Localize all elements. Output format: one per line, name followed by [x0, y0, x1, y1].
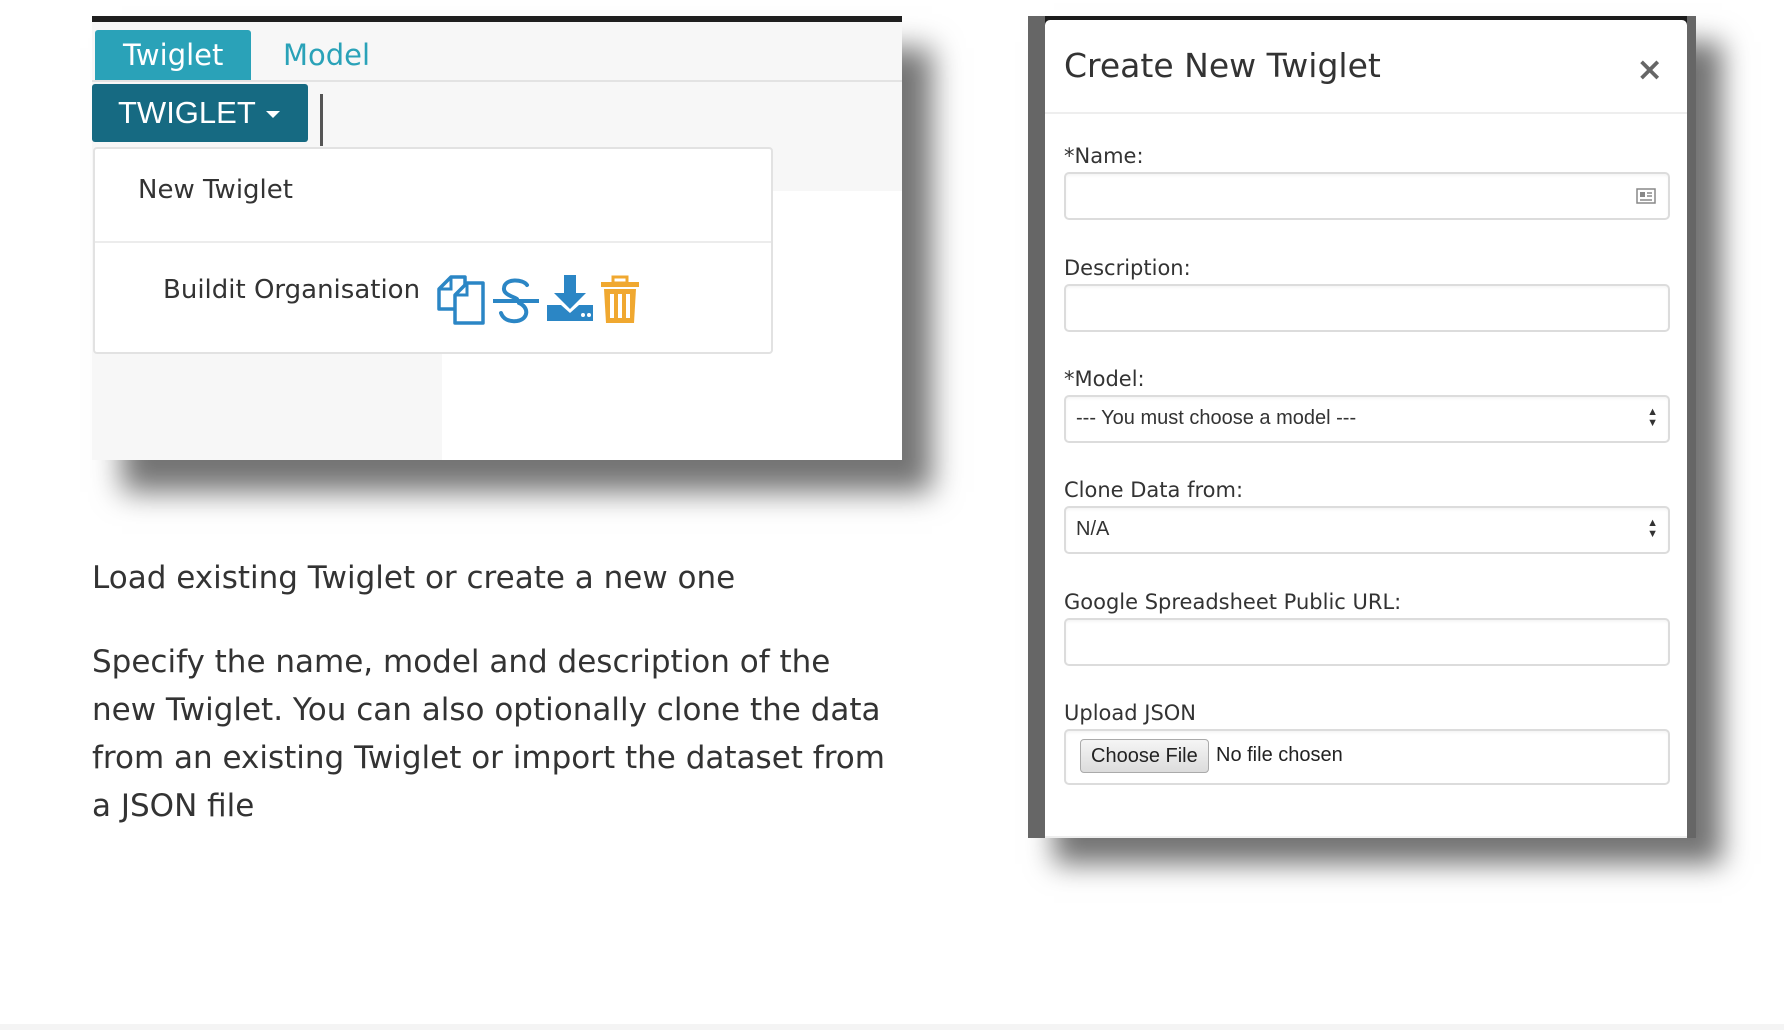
tab-model[interactable]: Model — [255, 30, 398, 80]
caption-specify-details: Specify the name, model and description … — [92, 644, 885, 824]
caption-load-twiglet: Load existing Twiglet or create a new on… — [92, 560, 736, 596]
create-twiglet-modal: Create New Twiglet × *Name: Description:… — [1045, 20, 1687, 838]
gsheet-label: Google Spreadsheet Public URL: — [1064, 590, 1402, 614]
tab-bar: Twiglet Model — [92, 22, 902, 82]
twiglet-menu-screenshot: Twiglet Model TWIGLET New Twiglet Buildi… — [92, 16, 902, 460]
clone-select[interactable]: N/A ▲ ▼ — [1064, 506, 1670, 554]
select-arrows-icon: ▲ ▼ — [1647, 517, 1658, 540]
strikethrough-icon[interactable] — [491, 273, 541, 327]
twiglet-button-label: TWIGLET — [118, 95, 256, 130]
description-input[interactable] — [1064, 284, 1670, 332]
modal-header: Create New Twiglet × — [1045, 20, 1687, 114]
description-label: Description: — [1064, 256, 1191, 280]
backdrop-left — [1028, 16, 1045, 838]
name-input[interactable] — [1064, 172, 1670, 220]
contact-card-icon — [1636, 188, 1656, 204]
close-icon[interactable]: × — [1636, 50, 1663, 88]
download-icon[interactable] — [545, 273, 595, 327]
menu-item-new-twiglet[interactable]: New Twiglet — [95, 149, 771, 243]
backdrop-right — [1687, 16, 1696, 838]
model-select[interactable]: --- You must choose a model --- ▲ ▼ — [1064, 395, 1670, 443]
page-bottom-divider — [0, 1024, 1784, 1030]
name-label: *Name: — [1064, 144, 1144, 168]
text-cursor — [320, 94, 323, 146]
twiglet-dropdown-button[interactable]: TWIGLET — [92, 84, 308, 142]
twiglet-name-label: Buildit Organisation — [163, 275, 421, 305]
upload-json-field: Choose File No file chosen — [1064, 729, 1670, 785]
clone-selected: N/A — [1076, 518, 1110, 540]
no-file-text: No file chosen — [1216, 744, 1343, 766]
model-label: *Model: — [1064, 367, 1145, 391]
caret-down-icon — [265, 111, 280, 119]
create-twiglet-screenshot: Create New Twiglet × *Name: Description:… — [1028, 16, 1696, 838]
upload-json-label: Upload JSON — [1064, 701, 1197, 725]
select-arrows-icon: ▲ ▼ — [1647, 406, 1658, 429]
tab-twiglet[interactable]: Twiglet — [95, 30, 252, 80]
choose-file-button[interactable]: Choose File — [1080, 739, 1209, 773]
model-selected: --- You must choose a model --- — [1076, 407, 1357, 429]
trash-icon[interactable] — [599, 273, 641, 327]
twiglet-dropdown-menu: New Twiglet Buildit Organisation — [93, 147, 773, 354]
menu-item-twiglet[interactable]: Buildit Organisation — [95, 245, 771, 351]
modal-title: Create New Twiglet — [1064, 46, 1381, 85]
clone-icon[interactable] — [435, 273, 489, 327]
modal-footer-divider — [1045, 836, 1687, 838]
gsheet-url-input[interactable] — [1064, 618, 1670, 666]
clone-label: Clone Data from: — [1064, 478, 1244, 502]
